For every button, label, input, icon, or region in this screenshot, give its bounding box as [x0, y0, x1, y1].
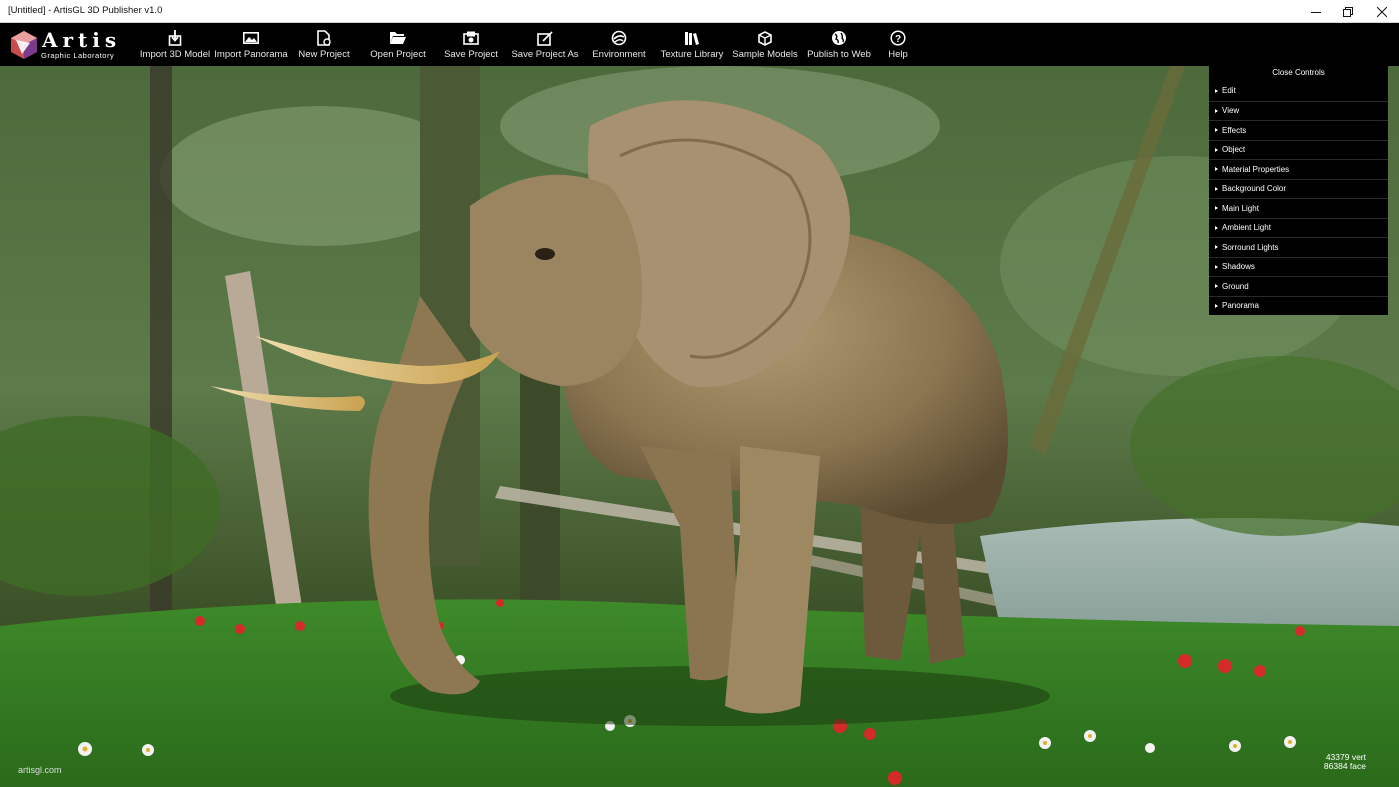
panel-item-panorama[interactable]: Panorama [1209, 295, 1388, 316]
face-count: 86384 face [1323, 761, 1366, 771]
caret-right-icon [1215, 167, 1218, 172]
globe-icon [831, 30, 847, 46]
forest-scene [0, 66, 1399, 787]
panel-item-label: Sorround Lights [1222, 242, 1279, 252]
publish-to-web-button[interactable]: Publish to Web [807, 23, 871, 66]
image-icon [243, 30, 259, 46]
environment-button[interactable]: Environment [591, 23, 647, 66]
save-icon [463, 30, 479, 46]
panel-item-label: Edit [1222, 86, 1236, 96]
toolbar-label: Publish to Web [807, 49, 871, 60]
panel-item-label: Shadows [1222, 262, 1255, 272]
cubes-icon [757, 30, 773, 46]
toolbar-label: Sample Models [732, 49, 798, 60]
main-toolbar: Artis Graphic Laboratory Import 3D Model… [0, 23, 1399, 66]
panel-item-label: Effects [1222, 125, 1247, 135]
close-icon [1377, 6, 1387, 17]
import-model-icon [168, 30, 182, 46]
caret-right-icon [1215, 303, 1218, 308]
window-title: [Untitled] - ArtisGL 3D Publisher v1.0 [8, 5, 163, 16]
logo-word: Artis [42, 28, 122, 52]
logo-mark-icon [11, 31, 37, 59]
artis-logo: Artis Graphic Laboratory [10, 28, 122, 62]
caret-right-icon [1215, 245, 1218, 250]
controls-panel: Close Controls Edit View Effects Object Mate… [1209, 66, 1388, 315]
panel-item-label: Ground [1222, 281, 1249, 291]
minimize-icon [1311, 11, 1321, 13]
toolbar-label: Help [888, 49, 908, 60]
panel-item-edit[interactable]: Edit [1209, 81, 1388, 101]
panel-item-ground[interactable]: Ground [1209, 276, 1388, 296]
toolbar-label: New Project [298, 49, 350, 60]
minimize-button[interactable] [1299, 0, 1333, 23]
sample-models-button[interactable]: Sample Models [732, 23, 798, 66]
panel-item-sorround-lights[interactable]: Sorround Lights [1209, 237, 1388, 257]
import-panorama-button[interactable]: Import Panorama [214, 23, 288, 66]
caret-right-icon [1215, 284, 1218, 289]
panel-item-view[interactable]: View [1209, 100, 1388, 121]
caret-right-icon [1215, 186, 1218, 191]
toolbar-label: Import Panorama [214, 49, 288, 60]
panel-item-label: Panorama [1222, 301, 1259, 311]
toolbar-label: Save Project [444, 49, 498, 60]
save-as-icon [537, 30, 553, 46]
3d-viewport[interactable] [0, 66, 1399, 787]
save-project-as-button[interactable]: Save Project As [511, 23, 579, 66]
panel-item-label: Material Properties [1222, 164, 1290, 174]
mesh-stats: 43379 vert 86384 face [1310, 753, 1366, 771]
caret-right-icon [1215, 128, 1218, 133]
save-project-button[interactable]: Save Project [444, 23, 498, 66]
restore-button[interactable] [1331, 0, 1365, 23]
caret-right-icon [1215, 206, 1218, 211]
panel-item-label: Main Light [1222, 203, 1259, 213]
help-button[interactable]: ? Help [884, 23, 912, 66]
panel-item-effects[interactable]: Effects [1209, 120, 1388, 140]
panel-item-label: View [1222, 106, 1240, 116]
svg-text:?: ? [895, 34, 901, 45]
close-controls-button[interactable]: Close Controls [1209, 66, 1388, 81]
panel-item-shadows[interactable]: Shadows [1209, 256, 1388, 277]
close-button[interactable] [1365, 0, 1399, 23]
caret-right-icon [1215, 88, 1218, 93]
caret-right-icon [1215, 225, 1218, 230]
open-project-button[interactable]: Open Project [370, 23, 426, 66]
restore-icon [1343, 6, 1353, 17]
environment-icon [611, 30, 627, 46]
caret-right-icon [1215, 147, 1218, 152]
new-file-icon [317, 30, 331, 46]
panel-item-ambient-light[interactable]: Ambient Light [1209, 217, 1388, 238]
logo-subtitle: Graphic Laboratory [41, 51, 115, 60]
import-3d-model-button[interactable]: Import 3D Model [139, 23, 211, 66]
help-icon: ? [890, 30, 906, 46]
caret-right-icon [1215, 264, 1218, 269]
title-bar: [Untitled] - ArtisGL 3D Publisher v1.0 [0, 0, 1399, 23]
panel-item-main-light[interactable]: Main Light [1209, 198, 1388, 218]
toolbar-label: Import 3D Model [139, 49, 211, 60]
panel-item-object[interactable]: Object [1209, 139, 1388, 160]
toolbar-label: Open Project [370, 49, 426, 60]
toolbar-label: Environment [592, 49, 646, 60]
panel-item-material-properties[interactable]: Material Properties [1209, 159, 1388, 179]
new-project-button[interactable]: New Project [298, 23, 350, 66]
website-link[interactable]: artisgl.com [18, 765, 62, 775]
books-icon [684, 30, 700, 46]
caret-right-icon [1215, 108, 1218, 113]
panel-item-label: Object [1222, 145, 1246, 155]
panel-item-background-color[interactable]: Background Color [1209, 178, 1388, 199]
panel-item-label: Ambient Light [1222, 223, 1271, 233]
toolbar-label: Save Project As [511, 49, 579, 60]
panel-item-label: Background Color [1222, 184, 1287, 194]
folder-open-icon [389, 30, 407, 46]
toolbar-label: Texture Library [660, 49, 724, 60]
texture-library-button[interactable]: Texture Library [660, 23, 724, 66]
